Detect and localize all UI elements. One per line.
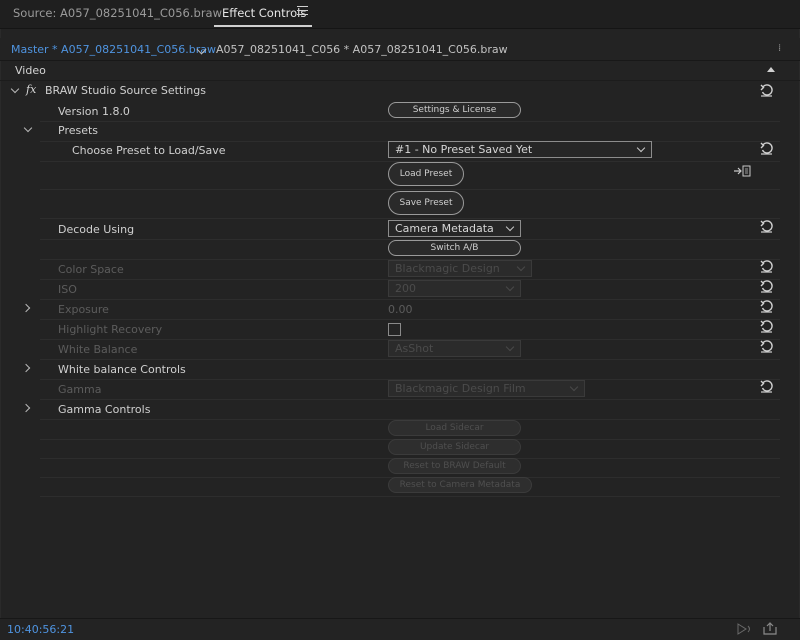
gamma-value: Blackmagic Design Film xyxy=(395,382,526,395)
load-sidecar-button[interactable]: Load Sidecar xyxy=(388,420,521,436)
sequence-clip-label[interactable]: A057_08251041_C056 * A057_08251041_C056.… xyxy=(216,43,508,56)
effect-twirl-icon[interactable] xyxy=(10,84,20,94)
master-clip-link[interactable]: Master * A057_08251041_C056.braw xyxy=(11,43,216,56)
reset-exposure-icon[interactable] xyxy=(760,300,773,313)
video-label: Video xyxy=(15,64,46,77)
iso-label: ISO xyxy=(58,283,77,296)
exposure-row: Exposure 0.00 xyxy=(21,299,780,320)
settings-license-button[interactable]: Settings & License xyxy=(388,102,521,118)
update-sidecar-button[interactable]: Update Sidecar xyxy=(388,439,521,455)
gamma-label: Gamma xyxy=(58,383,102,396)
gamma-select[interactable]: Blackmagic Design Film xyxy=(388,380,585,397)
decode-select-value: Camera Metadata xyxy=(395,222,494,235)
highlight-recovery-label: Highlight Recovery xyxy=(58,323,163,336)
tab-effect-controls[interactable]: Effect Controls xyxy=(222,6,306,20)
presets-label: Presets xyxy=(58,124,99,137)
reset-preset-icon[interactable] xyxy=(760,142,773,155)
highlight-recovery-row: Highlight Recovery xyxy=(40,319,780,340)
export-frame-icon[interactable] xyxy=(763,622,777,635)
reset-camera-row: Reset to Camera Metadata xyxy=(40,476,780,497)
decode-label: Decode Using xyxy=(58,223,135,236)
chevron-down-icon xyxy=(569,382,579,392)
color-space-label: Color Space xyxy=(58,263,124,276)
white-balance-value: AsShot xyxy=(395,342,434,355)
presets-row: Presets xyxy=(23,121,780,142)
wb-controls-label: White balance Controls xyxy=(58,363,186,376)
active-tab-indicator xyxy=(214,25,312,27)
choose-preset-row: Choose Preset to Load/Save #1 - No Prese… xyxy=(40,141,780,162)
chevron-down-icon xyxy=(505,282,515,292)
fx-toggle-icon[interactable]: fx xyxy=(26,83,36,96)
switch-ab-row: Switch A/B xyxy=(40,239,780,260)
iso-row: ISO 200 xyxy=(40,279,780,300)
timecode[interactable]: 10:40:56:21 xyxy=(7,623,74,636)
show-timeline-icon[interactable]: ⁞ xyxy=(778,43,781,54)
exposure-label: Exposure xyxy=(58,303,109,316)
reset-braw-row: Reset to BRAW Default xyxy=(40,457,780,478)
reset-braw-default-button[interactable]: Reset to BRAW Default xyxy=(388,458,521,474)
gamma-row: Gamma Blackmagic Design Film xyxy=(40,379,780,400)
play-audio-icon[interactable] xyxy=(737,623,753,635)
decode-select[interactable]: Camera Metadata xyxy=(388,220,521,237)
reset-highlight-icon[interactable] xyxy=(760,320,773,333)
status-bar: 10:40:56:21 xyxy=(0,618,800,640)
reset-camera-metadata-button[interactable]: Reset to Camera Metadata xyxy=(388,477,532,493)
gamma-controls-row: Gamma Controls xyxy=(21,399,780,420)
white-balance-row: White Balance AsShot xyxy=(40,339,780,360)
chevron-down-icon xyxy=(636,143,646,153)
chevron-down-icon xyxy=(516,262,526,272)
panel-menu-icon[interactable] xyxy=(297,6,308,16)
video-section-header: Video xyxy=(0,62,800,81)
chevron-down-icon xyxy=(505,222,515,232)
reset-color-space-icon[interactable] xyxy=(760,260,773,273)
decode-row: Decode Using Camera Metadata xyxy=(40,219,780,240)
choose-preset-label: Choose Preset to Load/Save xyxy=(72,144,226,157)
tab-bar: Source: A057_08251041_C056.braw Effect C… xyxy=(0,0,800,29)
effect-header-row: fx BRAW Studio Source Settings xyxy=(0,81,780,177)
color-space-row: Color Space Blackmagic Design xyxy=(40,259,780,280)
clip-bar: Master * A057_08251041_C056.braw A057_08… xyxy=(0,38,800,61)
iso-value: 200 xyxy=(395,282,416,295)
wb-controls-row: White balance Controls xyxy=(21,359,780,380)
preset-select-value: #1 - No Preset Saved Yet xyxy=(395,143,533,156)
save-preset-row: Save Preset xyxy=(40,190,780,219)
reset-iso-icon[interactable] xyxy=(760,280,773,293)
chevron-down-icon xyxy=(505,342,515,352)
color-space-select[interactable]: Blackmagic Design xyxy=(388,260,532,277)
reset-effect-icon[interactable] xyxy=(760,84,773,97)
switch-ab-button[interactable]: Switch A/B xyxy=(388,240,521,256)
reset-decode-icon[interactable] xyxy=(760,220,773,233)
effect-name: BRAW Studio Source Settings xyxy=(45,84,206,97)
exposure-value[interactable]: 0.00 xyxy=(388,303,413,316)
scroll-up-icon[interactable] xyxy=(767,67,775,72)
load-preset-row: Load Preset xyxy=(40,161,780,190)
save-preset-button[interactable]: Save Preset xyxy=(388,191,464,215)
load-preset-button[interactable]: Load Preset xyxy=(388,162,464,186)
update-sidecar-row: Update Sidecar xyxy=(40,438,780,459)
version-row: Version 1.8.0 Settings & License xyxy=(40,101,780,122)
reset-gamma-icon[interactable] xyxy=(760,380,773,393)
white-balance-label: White Balance xyxy=(58,343,138,356)
load-sidecar-row: Load Sidecar xyxy=(40,419,780,440)
version-label: Version 1.8.0 xyxy=(58,105,130,118)
tab-source[interactable]: Source: A057_08251041_C056.braw xyxy=(13,6,222,20)
gamma-controls-label: Gamma Controls xyxy=(58,403,151,416)
highlight-recovery-checkbox[interactable] xyxy=(388,323,401,336)
white-balance-select[interactable]: AsShot xyxy=(388,340,521,357)
iso-select[interactable]: 200 xyxy=(388,280,521,297)
preset-select[interactable]: #1 - No Preset Saved Yet xyxy=(388,141,652,158)
reset-white-balance-icon[interactable] xyxy=(760,340,773,353)
color-space-value: Blackmagic Design xyxy=(395,262,500,275)
